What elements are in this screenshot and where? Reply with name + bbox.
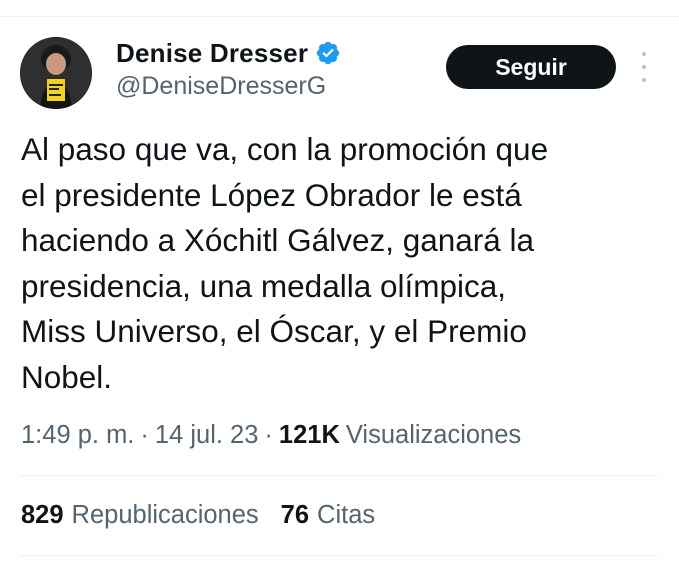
tweet-meta: 1:49 p. m. · 14 jul. 23 · 121K Visualiza… [21, 421, 521, 450]
meta-separator: · [140, 421, 149, 449]
more-vertical-icon[interactable] [634, 52, 654, 82]
tweet-text-line: Miss Universo, el Óscar, y el Premio [21, 313, 527, 349]
more-dot [642, 52, 646, 56]
meta-separator: · [264, 421, 273, 449]
more-dot [642, 78, 646, 82]
author-avatar[interactable] [20, 37, 92, 109]
meta-divider [20, 475, 659, 476]
stats-divider [20, 555, 659, 556]
tweet-text-line: Al paso que va, con la promoción que [21, 131, 549, 167]
tweet-text-line: Nobel. [21, 358, 113, 395]
reposts-count[interactable]: 829 [21, 501, 64, 530]
views-count[interactable]: 121K [279, 421, 340, 450]
quotes-count[interactable]: 76 [281, 501, 309, 530]
tweet-text-line: presidencia, una medalla olímpica, [21, 267, 507, 304]
verified-badge-icon[interactable] [315, 40, 341, 66]
author-name-row: Denise Dresser [116, 36, 341, 70]
profile-photo-icon [20, 37, 92, 109]
tweet-time[interactable]: 1:49 p. m. [21, 421, 134, 450]
more-dot [642, 65, 646, 69]
author-display-name[interactable]: Denise Dresser [116, 38, 308, 69]
tweet-date[interactable]: 14 jul. 23 [155, 421, 259, 450]
follow-button[interactable]: Seguir [446, 45, 616, 89]
views-label[interactable]: Visualizaciones [346, 421, 521, 450]
tweet-text-line: haciendo a Xóchitl Gálvez, ganará la [21, 222, 535, 258]
author-handle[interactable]: @DeniseDresserG [116, 72, 326, 101]
tweet-text: Al paso que va, con la promoción que el … [21, 127, 661, 400]
quotes-label[interactable]: Citas [317, 501, 375, 530]
engagement-stats: 829 Republicaciones 76 Citas [21, 501, 397, 530]
reposts-label[interactable]: Republicaciones [72, 501, 259, 530]
top-divider [0, 16, 679, 17]
tweet-text-line: el presidente López Obrador le está [21, 176, 522, 213]
